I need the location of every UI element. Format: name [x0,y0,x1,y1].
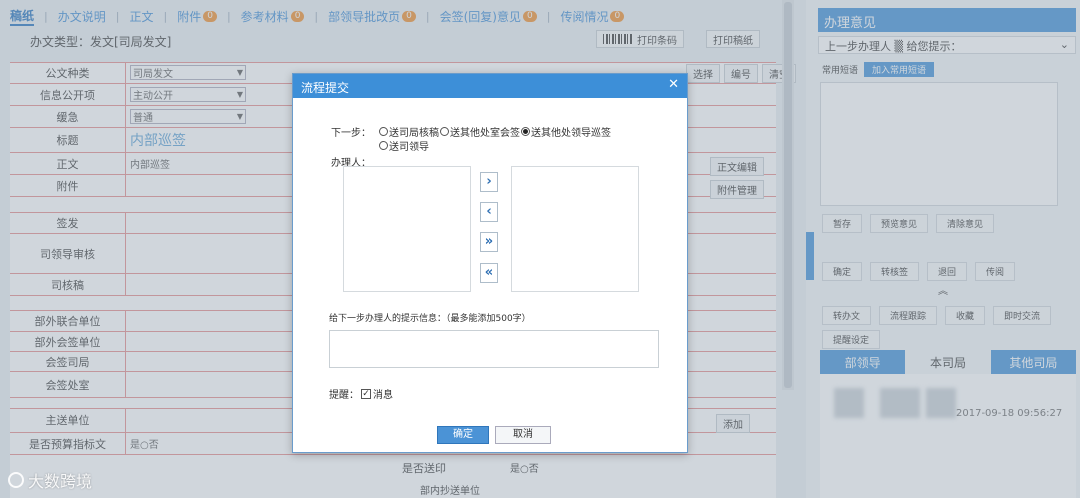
next-step-label: 下一步： [331,128,371,139]
remind-label: 提醒： [329,390,359,401]
radio-icon[interactable] [521,126,530,136]
message-checkbox[interactable]: ✓ [361,388,371,399]
dialog-title-bar: 流程提交 ✕ [293,74,687,98]
move-all-right-button[interactable]: » [480,232,498,252]
watermark: 大数跨境 [8,468,92,492]
option-label: 送其他处领导巡签 [531,127,611,139]
available-handlers-list[interactable] [343,166,471,292]
dialog-title: 流程提交 [301,81,350,95]
flow-submit-dialog: 流程提交 ✕ 下一步： 送司局核稿 送其他处室会签 送其他处领导巡签 送司领导 办理人… [292,73,688,453]
hint-label: 给下一步办理人的提示信息：（最多能添加500字） [329,314,531,324]
radio-icon[interactable] [379,126,388,136]
next-step-option[interactable]: 送其他处室会签 [440,124,520,139]
radio-icon[interactable] [379,140,388,150]
option-label: 送其他处室会签 [450,127,520,139]
option-label: 送司局核稿 [389,127,439,139]
selected-handlers-list[interactable] [511,166,639,292]
watermark-logo-icon [8,472,24,488]
option-label: 送司领导 [389,141,429,153]
cancel-button[interactable]: 取消 [495,426,551,444]
next-step-option[interactable]: 送其他处领导巡签 [521,124,611,139]
move-all-left-button[interactable]: « [480,263,498,283]
next-step-options: 送司局核稿 送其他处室会签 送其他处领导巡签送司领导 [379,124,619,153]
move-left-button[interactable]: ‹ [480,202,498,222]
radio-icon[interactable] [440,126,449,136]
confirm-button[interactable]: 确定 [437,426,489,444]
close-icon[interactable]: ✕ [668,77,679,92]
next-step-option[interactable]: 送司局核稿 [379,124,439,139]
remind-row: 提醒： ✓ 消息 [329,386,393,401]
message-option-label: 消息 [373,390,393,401]
next-step-option[interactable]: 送司领导 [379,138,429,153]
hint-textarea[interactable] [329,330,659,368]
move-right-button[interactable]: › [480,172,498,192]
next-step-row: 下一步： 送司局核稿 送其他处室会签 送其他处领导巡签送司领导 [331,124,619,153]
watermark-text: 大数跨境 [28,472,93,491]
